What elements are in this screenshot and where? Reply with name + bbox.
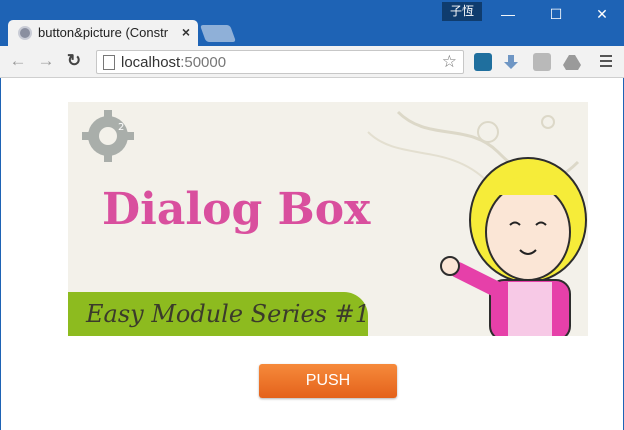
new-tab-button[interactable] <box>199 25 237 42</box>
push-button[interactable]: PUSH <box>259 364 397 398</box>
download-icon[interactable] <box>502 53 520 71</box>
extension-c-icon[interactable] <box>474 53 492 71</box>
banner-image: 2 Dialog Box Easy Module Series #1 <box>68 102 588 336</box>
series-band: Easy Module Series #1 <box>68 292 371 336</box>
girl-illustration <box>440 157 587 336</box>
page-icon <box>103 55 115 70</box>
user-profile-badge[interactable]: 子恆 <box>442 2 482 21</box>
drive-icon[interactable] <box>563 53 581 71</box>
url-port: :50000 <box>180 54 227 71</box>
star-icon[interactable]: ☆ <box>442 52 457 72</box>
browser-toolbar: ← → ↻ localhost:50000 ☆ <box>0 46 624 78</box>
banner-title: Dialog Box <box>102 184 371 235</box>
url-text[interactable]: localhost:50000 <box>121 54 226 71</box>
series-subtitle: Easy Module Series #1 <box>86 300 371 328</box>
reload-icon[interactable]: ↻ <box>64 51 84 71</box>
browser-window: 子恆 — ☐ ✕ button&picture (Constr × ← → ↻ … <box>0 0 624 430</box>
page-content: 2 Dialog Box Easy Module Series #1 PUSH <box>0 78 624 430</box>
tab-close-icon[interactable]: × <box>182 24 190 40</box>
maximize-button[interactable]: ☐ <box>532 0 580 28</box>
forward-icon[interactable]: → <box>36 51 56 71</box>
tab-title: button&picture (Constr <box>38 25 169 40</box>
title-bar: 子恆 — ☐ ✕ button&picture (Constr × <box>0 0 624 46</box>
menu-icon[interactable] <box>600 55 612 70</box>
active-tab[interactable]: button&picture (Constr × <box>8 20 198 46</box>
close-window-button[interactable]: ✕ <box>578 0 624 28</box>
url-host: localhost <box>121 54 181 71</box>
rss-icon[interactable] <box>533 53 551 71</box>
gear-icon: 2 <box>82 110 134 162</box>
address-bar[interactable]: localhost:50000 ☆ <box>96 50 464 74</box>
svg-text:2: 2 <box>118 122 124 133</box>
construct-icon <box>18 26 32 40</box>
minimize-button[interactable]: — <box>484 0 532 28</box>
back-icon[interactable]: ← <box>8 51 28 71</box>
